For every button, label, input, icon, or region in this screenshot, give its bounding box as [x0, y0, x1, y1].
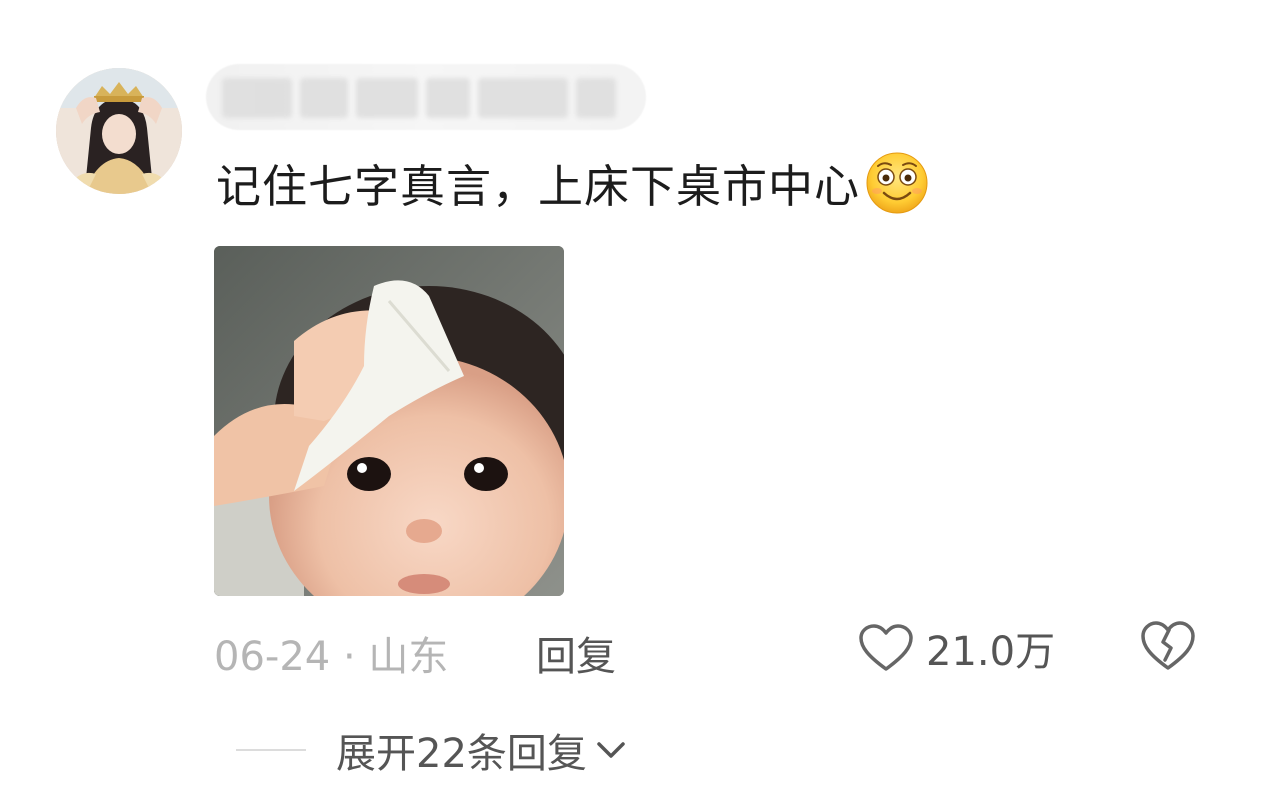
- heart-icon: [859, 624, 913, 671]
- reply-button[interactable]: 回复: [536, 624, 616, 682]
- divider-line: [236, 749, 306, 751]
- blurred-text: [222, 78, 622, 118]
- broken-heart-icon[interactable]: [1140, 620, 1196, 672]
- avatar[interactable]: [56, 68, 182, 194]
- comment-body: 记住七字真言，上床下桌市中心: [216, 149, 930, 215]
- comment-meta-row: 06-24 · 山东 回复 21.0万: [214, 620, 1214, 680]
- like-count: 21.0万: [926, 629, 1056, 675]
- avatar-image: [56, 68, 182, 194]
- date-location: 06-24 · 山东: [214, 634, 449, 680]
- baby-wiping-forehead-sticker-icon: [214, 246, 564, 596]
- like-button[interactable]: 21.0万: [858, 620, 1055, 676]
- smiling-face-emoji-icon: [864, 149, 930, 215]
- chevron-down-icon: [597, 742, 625, 758]
- username-blurred[interactable]: [206, 64, 646, 130]
- expand-replies[interactable]: 展开22条回复: [236, 720, 629, 780]
- comment-text: 记住七字真言，上床下桌市中心: [216, 159, 861, 213]
- expand-replies-label: 展开22条回复: [336, 731, 587, 777]
- comment-image[interactable]: [214, 246, 564, 596]
